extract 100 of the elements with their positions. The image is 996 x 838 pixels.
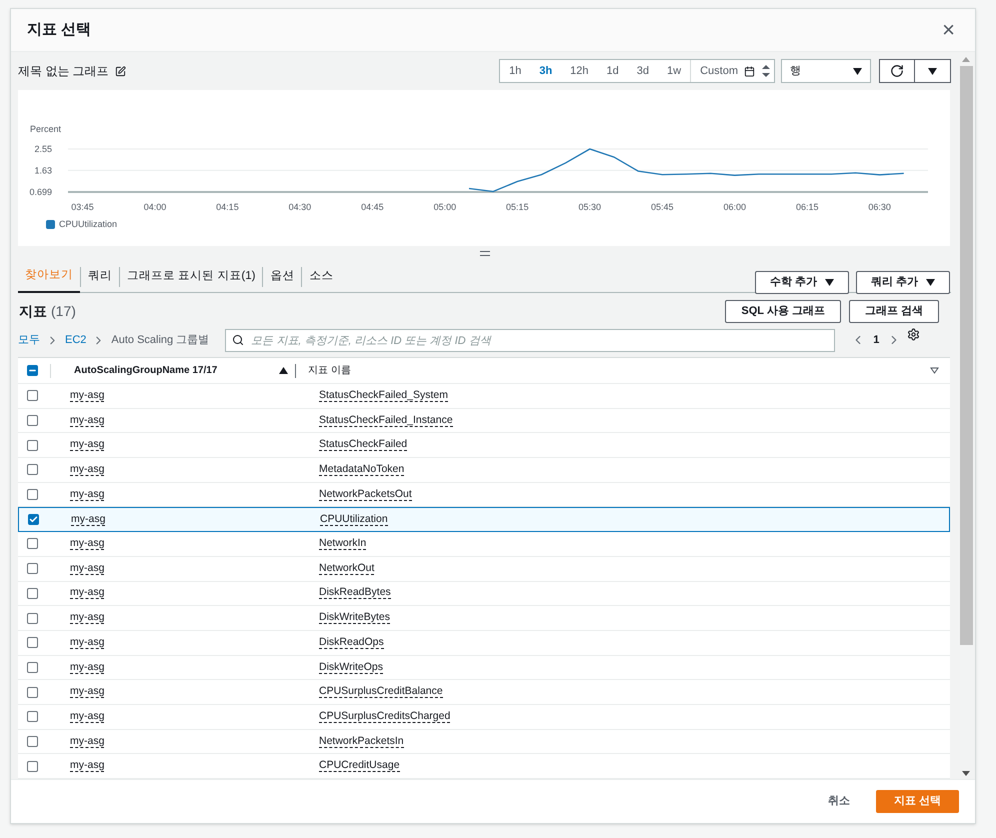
checkbox[interactable]: [27, 711, 38, 722]
scroll-down-icon[interactable]: [962, 771, 970, 777]
caret-icon: [853, 68, 862, 74]
time-range-button[interactable]: 1w: [658, 62, 690, 80]
scrollbar-thumb[interactable]: [960, 66, 972, 645]
table-cell: CPUSurplusCreditBalance: [319, 684, 443, 700]
checkbox[interactable]: [27, 662, 38, 673]
table-row[interactable]: my-asg DiskReadBytes: [18, 582, 950, 606]
checkbox[interactable]: [27, 563, 38, 574]
table-cell-text: my-asg: [70, 462, 106, 478]
breadcrumb-item: Auto Scaling 그룹별: [111, 332, 210, 348]
tick-label: 05:15: [506, 202, 529, 212]
refresh-options-button[interactable]: [915, 59, 951, 83]
table-row[interactable]: my-asg StatusCheckFailed_System: [18, 384, 950, 409]
table-row[interactable]: my-asg NetworkOut: [18, 556, 950, 582]
checkbox[interactable]: [27, 464, 38, 476]
caret-icon: [926, 279, 935, 286]
tick-label: 04:30: [288, 202, 312, 212]
table-cell: NetworkOut: [319, 560, 374, 577]
edit-icon[interactable]: [114, 66, 126, 76]
tick-label: 2.55: [34, 144, 52, 154]
page-number[interactable]: 1: [873, 332, 880, 348]
tick-label: 06:15: [796, 202, 818, 212]
tick-label: 1.63: [34, 165, 52, 176]
tick-label: 06:30: [868, 202, 891, 212]
cancel-button[interactable]: 취소: [824, 793, 854, 810]
table-row[interactable]: my-asg CPUUtilization: [18, 507, 950, 532]
tick-label: 0.699: [29, 187, 52, 197]
checkbox[interactable]: [27, 390, 38, 402]
table-cell-text: my-asg: [70, 536, 106, 552]
table-row[interactable]: my-asg CPUSurplusCreditBalance: [18, 680, 950, 705]
breadcrumb-link[interactable]: EC2: [65, 332, 86, 348]
table-cell-text: my-asg: [70, 437, 106, 454]
tab[interactable]: 옵션: [263, 260, 302, 293]
calendar-icon[interactable]: [744, 66, 755, 76]
table-cell: DiskWriteOps: [319, 660, 383, 676]
table-row[interactable]: my-asg MetadataNoToken: [18, 458, 950, 483]
legend-label: CPUUtilization: [59, 218, 118, 231]
add-dropdown-button[interactable]: 쿼리 추가: [856, 271, 950, 294]
tab[interactable]: 그래프로 표시된 지표(1): [120, 260, 262, 293]
checkbox[interactable]: [27, 415, 38, 426]
time-range-button[interactable]: 3d: [628, 62, 658, 80]
checkbox[interactable]: [27, 637, 38, 648]
checkbox[interactable]: [27, 686, 38, 698]
time-range-button[interactable]: 1d: [598, 62, 628, 80]
breadcrumb-link[interactable]: 모두: [18, 332, 40, 348]
table-cell-text: my-asg: [70, 708, 106, 725]
table-row[interactable]: my-asg NetworkPacketsIn: [18, 730, 950, 754]
checkbox[interactable]: [27, 612, 38, 624]
table-row[interactable]: my-asg NetworkIn: [18, 532, 950, 557]
tick-label: 04:00: [144, 202, 166, 212]
table-cell-text: my-asg: [70, 660, 106, 676]
table-row[interactable]: my-asg DiskWriteBytes: [18, 606, 950, 631]
checkbox[interactable]: [27, 538, 38, 550]
checkbox[interactable]: [28, 514, 39, 526]
checkbox[interactable]: [27, 440, 38, 451]
checkbox[interactable]: [27, 489, 38, 500]
table-row[interactable]: my-asg StatusCheckFailed: [18, 433, 950, 458]
caret-icon: [928, 68, 937, 74]
table-cell-text: my-asg: [71, 512, 106, 528]
add-dropdown-button[interactable]: 수학 추가: [754, 271, 849, 294]
view-select[interactable]: 행: [781, 59, 871, 83]
refresh-button[interactable]: [879, 59, 915, 83]
close-button[interactable]: ×: [938, 19, 959, 41]
table-cell: StatusCheckFailed: [319, 437, 408, 454]
stepper-icon[interactable]: [761, 63, 771, 79]
column-header[interactable]: AutoScalingGroupName 17/17: [74, 363, 279, 378]
graph-search-button[interactable]: 그래프 검색: [848, 300, 939, 322]
column-header[interactable]: 지표 이름: [308, 363, 351, 378]
tick-label: 04:15: [216, 202, 239, 212]
checkbox[interactable]: [27, 588, 38, 599]
graph-search-button[interactable]: SQL 사용 그래프: [725, 300, 841, 322]
table-cell-text: my-asg: [70, 634, 106, 651]
table-cell-text: my-asg: [70, 585, 106, 602]
table-cell: DiskReadOps: [319, 634, 384, 651]
table-cell-text: my-asg: [70, 734, 106, 750]
custom-range[interactable]: Custom: [700, 62, 738, 80]
select-all-checkbox[interactable]: [27, 365, 38, 376]
tab[interactable]: 소스: [302, 260, 340, 293]
tab[interactable]: 쿼리: [81, 260, 119, 293]
table-row[interactable]: my-asg DiskReadOps: [18, 630, 950, 656]
table-cell: DiskReadBytes: [319, 585, 391, 602]
caret-icon: [824, 279, 834, 286]
table-cell-text: my-asg: [70, 758, 106, 774]
search-field[interactable]: 모든 지표, 측정기준, 리소스 ID 또는 계정 ID 검색: [225, 329, 836, 352]
table-row[interactable]: my-asg DiskWriteOps: [18, 656, 950, 680]
table-cell-text: my-asg: [70, 610, 106, 626]
time-range-button[interactable]: 3h: [530, 62, 562, 80]
time-range-button[interactable]: 1h: [500, 62, 530, 80]
table-cell: CPUSurplusCreditsCharged: [319, 708, 450, 725]
table-cell: StatusCheckFailed_System: [319, 388, 448, 404]
axis-label: Percent: [30, 124, 62, 134]
table-row[interactable]: my-asg StatusCheckFailed_Instance: [18, 408, 950, 434]
column-menu-icon[interactable]: [930, 367, 939, 374]
time-range-button[interactable]: 12h: [561, 62, 598, 80]
table-row[interactable]: my-asg CPUSurplusCreditsCharged: [18, 704, 950, 730]
checkbox[interactable]: [27, 736, 38, 747]
settings-icon[interactable]: [907, 328, 920, 340]
resize-handle-icon[interactable]: [480, 250, 490, 256]
checkbox[interactable]: [27, 760, 38, 772]
